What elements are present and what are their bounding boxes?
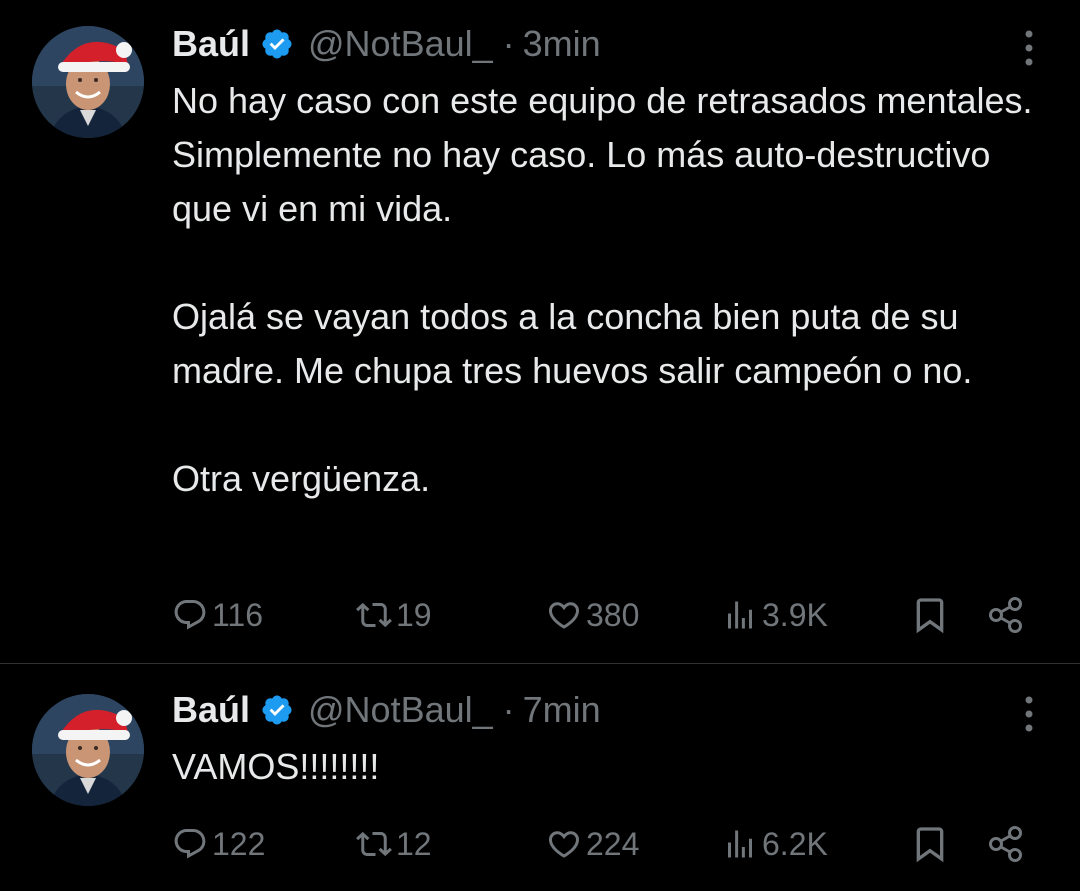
retweet-button[interactable]: 19 <box>356 590 432 640</box>
retweet-icon <box>356 602 392 628</box>
retweet-icon <box>356 831 392 857</box>
views-count: 3.9K <box>762 596 828 633</box>
reply-button[interactable]: 116 <box>172 590 263 640</box>
more-options-icon[interactable] <box>1022 28 1036 68</box>
heart-icon <box>548 831 580 858</box>
timestamp[interactable]: 7min <box>523 689 601 731</box>
analytics-icon <box>728 830 752 858</box>
tweet[interactable]: Baúl @NotBaul_ · 3min No hay caso con es… <box>0 0 1080 663</box>
retweet-count: 19 <box>396 596 432 633</box>
verified-badge-icon <box>260 27 294 61</box>
views-count: 6.2K <box>762 825 828 862</box>
separator-dot: · <box>502 689 515 730</box>
views-button[interactable]: 3.9K <box>722 590 828 640</box>
bookmark-icon <box>916 827 944 863</box>
separator-dot: · <box>502 23 515 64</box>
tweet-header: Baúl @NotBaul_ · 3min <box>172 22 601 66</box>
bookmark-button[interactable] <box>910 819 950 869</box>
more-options-icon[interactable] <box>1022 694 1036 734</box>
reply-count: 122 <box>212 825 266 862</box>
tweet-paragraph: Ojalá se vayan todos a la concha bien pu… <box>172 296 973 391</box>
like-count: 224 <box>586 825 640 862</box>
tweet-actions: 116 19 380 3.9K <box>0 590 1080 640</box>
avatar[interactable] <box>32 694 144 806</box>
tweet-text: No hay caso con este equipo de retrasado… <box>172 74 1052 506</box>
share-icon <box>989 597 1022 633</box>
tweet-header: Baúl @NotBaul_ · 7min <box>172 688 601 732</box>
bookmark-icon <box>916 598 944 634</box>
share-icon <box>989 826 1022 862</box>
heart-icon <box>548 602 580 629</box>
share-button[interactable] <box>986 590 1026 640</box>
display-name[interactable]: Baúl <box>172 689 250 731</box>
bookmark-button[interactable] <box>910 590 950 640</box>
retweet-count: 12 <box>396 825 432 862</box>
analytics-icon <box>728 601 752 629</box>
like-count: 380 <box>586 596 640 633</box>
reply-icon <box>174 829 206 859</box>
verified-badge-icon <box>260 693 294 727</box>
handle[interactable]: @NotBaul_ <box>308 23 493 65</box>
tweet[interactable]: Baúl @NotBaul_ · 7min VAMOS!!!!!!!! 122 <box>0 664 1080 891</box>
tweet-text: VAMOS!!!!!!!! <box>172 740 1052 794</box>
views-button[interactable]: 6.2K <box>722 819 828 869</box>
reply-icon <box>174 600 206 630</box>
tweet-paragraph: No hay caso con este equipo de retrasado… <box>172 80 1033 229</box>
share-button[interactable] <box>986 819 1026 869</box>
display-name[interactable]: Baúl <box>172 23 250 65</box>
reply-count: 116 <box>212 596 264 633</box>
tweet-paragraph: VAMOS!!!!!!!! <box>172 746 380 787</box>
timestamp[interactable]: 3min <box>523 23 601 65</box>
handle[interactable]: @NotBaul_ <box>308 689 493 731</box>
like-button[interactable]: 224 <box>546 819 639 869</box>
like-button[interactable]: 380 <box>546 590 639 640</box>
retweet-button[interactable]: 12 <box>356 819 432 869</box>
avatar[interactable] <box>32 26 144 138</box>
tweet-actions: 122 12 224 6.2K <box>0 819 1080 869</box>
tweet-paragraph: Otra vergüenza. <box>172 458 431 499</box>
reply-button[interactable]: 122 <box>172 819 265 869</box>
